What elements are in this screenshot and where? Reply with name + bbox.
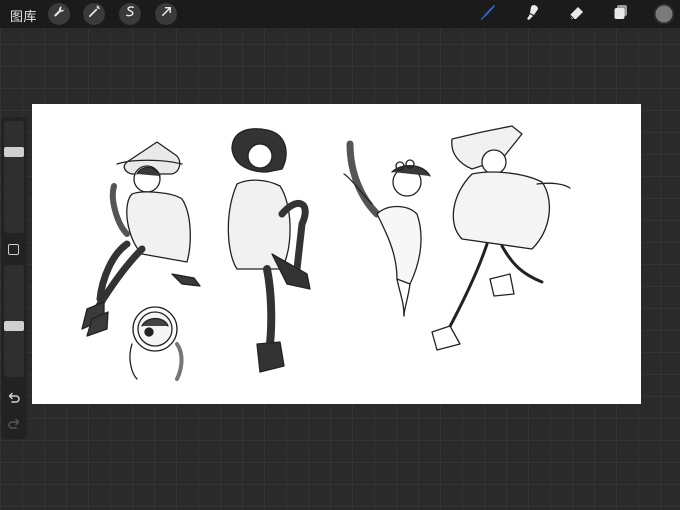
modify-button[interactable] [8,244,19,255]
brush-size-slider[interactable] [4,121,24,233]
sidebar [1,117,27,439]
opacity-slider[interactable] [4,265,24,377]
actions-button[interactable] [48,3,70,25]
selection-button[interactable] [119,3,141,25]
smudge-icon [523,2,543,27]
sketch-figure-hooded [227,128,311,373]
transform-button[interactable] [155,3,177,25]
adjustments-button[interactable] [83,3,105,25]
layers-button[interactable] [611,4,631,24]
magic-wand-icon [88,5,101,23]
wrench-icon [53,5,66,23]
sketch-figure-witch-floating [431,125,571,351]
layers-icon [611,2,631,27]
redo-icon[interactable] [7,417,21,431]
sketch-figure-witch-sitting [81,141,201,337]
selection-icon [124,5,137,23]
sketch-figure-astronaut [129,306,184,381]
gallery-button[interactable]: 图库 [10,6,37,25]
brush-tool-button[interactable] [478,4,498,24]
brush-size-thumb[interactable] [4,147,24,157]
sketch-figures [81,125,571,381]
eraser-icon [567,2,587,27]
drawing-canvas[interactable] [32,104,641,404]
top-toolbar: 图库 [0,0,680,28]
sketch-figure-goggles [343,140,431,317]
brush-icon [478,2,498,27]
opacity-thumb[interactable] [4,321,24,331]
undo-icon[interactable] [7,391,21,405]
transform-arrow-icon [160,5,173,23]
eraser-tool-button[interactable] [567,4,587,24]
color-picker-button[interactable] [654,4,674,24]
smudge-tool-button[interactable] [523,4,543,24]
